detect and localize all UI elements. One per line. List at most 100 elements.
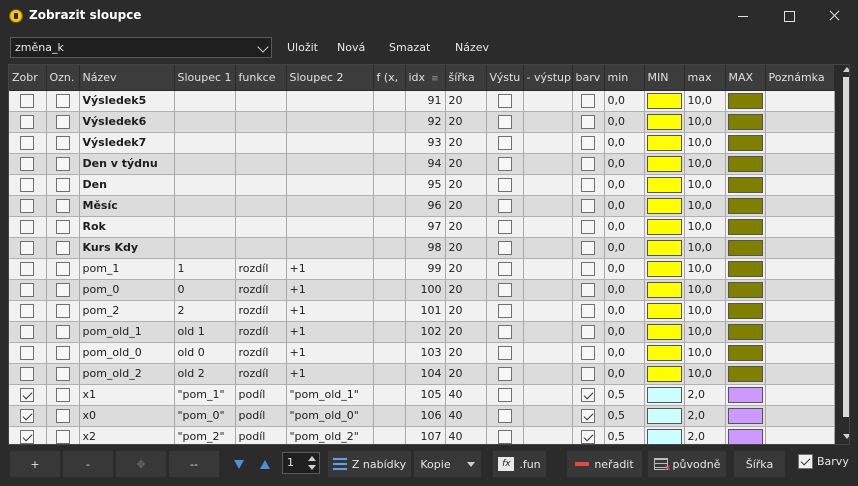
minus-output-cell[interactable]	[523, 237, 573, 259]
min-color-swatch[interactable]	[646, 218, 682, 235]
mark-checkbox[interactable]	[55, 303, 70, 318]
color-checkbox[interactable]	[581, 261, 595, 276]
max-color-swatch[interactable]	[727, 197, 763, 214]
add-button[interactable]: +	[10, 451, 60, 477]
fx-cell[interactable]	[373, 111, 406, 133]
output-checkbox[interactable]	[497, 324, 512, 339]
function-cell[interactable]	[235, 195, 287, 217]
from-menu-button[interactable]: Z nabídky	[328, 451, 411, 477]
table-row[interactable]: Den 95 20 0,0 10,0	[9, 174, 835, 196]
output-checkbox[interactable]	[497, 177, 512, 192]
mark-checkbox[interactable]	[55, 387, 70, 402]
name-cell[interactable]: pom_2	[79, 300, 175, 322]
max-cell[interactable]: 10,0	[684, 111, 726, 133]
minus-output-cell[interactable]	[523, 384, 573, 406]
min-color-cell[interactable]	[644, 279, 685, 301]
minus-output-cell[interactable]	[523, 279, 573, 301]
name-cell[interactable]: Den	[79, 174, 175, 196]
column2-cell[interactable]: "pom_old_0"	[286, 405, 374, 427]
name-cell[interactable]: Den v týdnu	[79, 153, 175, 175]
min-color-swatch[interactable]	[646, 176, 682, 193]
max-color-swatch[interactable]	[727, 176, 763, 193]
table-row[interactable]: pom_0 0 rozdíl +1 100 20 0,0 10,0	[9, 279, 835, 301]
max-color-swatch[interactable]	[727, 386, 763, 403]
fx-cell[interactable]	[373, 321, 406, 343]
max-color-cell[interactable]	[725, 174, 766, 196]
mark-checkbox[interactable]	[55, 114, 70, 129]
max-color-cell[interactable]	[725, 321, 766, 343]
min-color-swatch[interactable]	[646, 134, 682, 151]
column1-cell[interactable]	[174, 195, 236, 217]
move-up-button[interactable]	[258, 451, 272, 477]
min-cell[interactable]: 0,5	[604, 405, 645, 427]
restore-button[interactable]: původně	[648, 451, 726, 477]
function-cell[interactable]	[235, 132, 287, 154]
function-cell[interactable]: rozdíl	[235, 342, 287, 364]
fx-cell[interactable]	[373, 405, 406, 427]
max-cell[interactable]: 10,0	[684, 174, 726, 196]
fx-cell[interactable]	[373, 342, 406, 364]
min-color-swatch[interactable]	[646, 344, 682, 361]
min-color-cell[interactable]	[644, 384, 685, 406]
name-cell[interactable]: Měsíc	[79, 195, 175, 217]
column1-cell[interactable]: "pom_1"	[174, 384, 236, 406]
show-checkbox[interactable]	[20, 240, 35, 255]
note-cell[interactable]	[765, 237, 835, 259]
table-row[interactable]: Den v týdnu 94 20 0,0 10,0	[9, 153, 835, 175]
max-cell[interactable]: 10,0	[684, 258, 726, 280]
column1-cell[interactable]: old 1	[174, 321, 236, 343]
min-color-swatch[interactable]	[646, 365, 682, 382]
function-cell[interactable]: rozdíl	[235, 258, 287, 280]
col-header-sirka[interactable]: šířka	[445, 65, 487, 91]
max-cell[interactable]: 10,0	[684, 279, 726, 301]
output-checkbox[interactable]	[497, 114, 512, 129]
function-cell[interactable]	[235, 153, 287, 175]
col-header-minus-vystup[interactable]: - výstup	[523, 65, 573, 91]
name-cell[interactable]: Výsledek6	[79, 111, 175, 133]
column2-cell[interactable]: +1	[286, 258, 374, 280]
column1-cell[interactable]	[174, 216, 236, 238]
note-cell[interactable]	[765, 216, 835, 238]
mark-checkbox[interactable]	[55, 219, 70, 234]
function-cell[interactable]: rozdíl	[235, 279, 287, 301]
min-color-swatch[interactable]	[646, 281, 682, 298]
column1-cell[interactable]	[174, 237, 236, 259]
output-checkbox[interactable]	[497, 156, 512, 171]
color-checkbox[interactable]	[581, 303, 595, 318]
note-cell[interactable]	[765, 384, 835, 406]
table-row[interactable]: x1 "pom_1" podíl "pom_old_1" 105 40 0,5 2,0	[9, 384, 835, 406]
mark-checkbox[interactable]	[55, 282, 70, 297]
min-color-cell[interactable]	[644, 426, 685, 444]
color-checkbox[interactable]	[581, 177, 595, 192]
max-color-cell[interactable]	[725, 384, 766, 406]
min-color-swatch[interactable]	[646, 239, 682, 256]
name-cell[interactable]: Kurs Kdy	[79, 237, 175, 259]
max-color-cell[interactable]	[725, 132, 766, 154]
color-checkbox[interactable]	[581, 219, 595, 234]
show-checkbox[interactable]	[20, 387, 35, 402]
max-color-swatch[interactable]	[727, 155, 763, 172]
function-cell[interactable]: rozdíl	[235, 300, 287, 322]
show-checkbox[interactable]	[20, 135, 35, 150]
col-header-nazev[interactable]: Název	[79, 65, 175, 91]
max-color-swatch[interactable]	[727, 428, 763, 444]
spin-up-icon[interactable]	[308, 456, 316, 461]
max-cell[interactable]: 10,0	[684, 321, 726, 343]
column2-cell[interactable]: +1	[286, 279, 374, 301]
width-button[interactable]: Šířka	[734, 451, 785, 477]
col-header-fx[interactable]: f (x,	[373, 65, 406, 91]
max-color-cell[interactable]	[725, 258, 766, 280]
min-color-cell[interactable]	[644, 405, 685, 427]
width-cell[interactable]: 20	[445, 111, 487, 133]
show-checkbox[interactable]	[20, 156, 35, 171]
min-cell[interactable]: 0,0	[604, 174, 645, 196]
fx-cell[interactable]	[373, 279, 406, 301]
minimize-icon[interactable]	[720, 0, 766, 32]
note-cell[interactable]	[765, 363, 835, 385]
column1-cell[interactable]: 0	[174, 279, 236, 301]
min-color-swatch[interactable]	[646, 113, 682, 130]
minus-output-cell[interactable]	[523, 195, 573, 217]
column1-cell[interactable]: "pom_2"	[174, 426, 236, 444]
min-color-swatch[interactable]	[646, 407, 682, 424]
max-color-cell[interactable]	[725, 153, 766, 175]
